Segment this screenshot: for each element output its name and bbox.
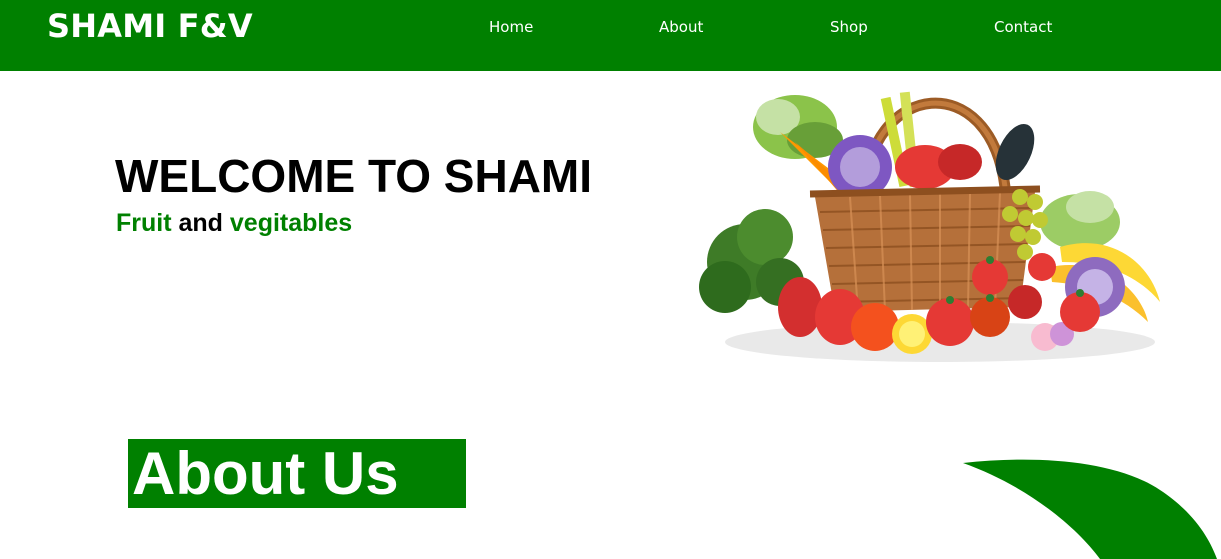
green-leaf-shape — [963, 459, 1217, 559]
brand-logo[interactable]: SHAMI F&V — [47, 6, 253, 46]
nav-link-contact[interactable]: Contact — [994, 17, 1052, 37]
nav-link-home[interactable]: Home — [489, 17, 533, 37]
site-header: SHAMI F&V Home About Shop Contact — [0, 0, 1221, 71]
nav-link-shop[interactable]: Shop — [830, 17, 868, 37]
hero-subtitle-fruit: Fruit — [116, 209, 172, 237]
hero-subtitle: Fruit and vegitables — [116, 207, 352, 239]
about-section-banner: About Us — [128, 439, 466, 508]
hero-title: WELCOME TO SHAMI — [115, 150, 593, 202]
about-title: About Us — [132, 440, 399, 507]
vegetable-basket-image — [699, 91, 1160, 362]
hero-subtitle-vegetables: vegitables — [229, 209, 353, 237]
nav-link-about[interactable]: About — [659, 17, 703, 37]
hero-subtitle-and: and — [171, 209, 230, 237]
